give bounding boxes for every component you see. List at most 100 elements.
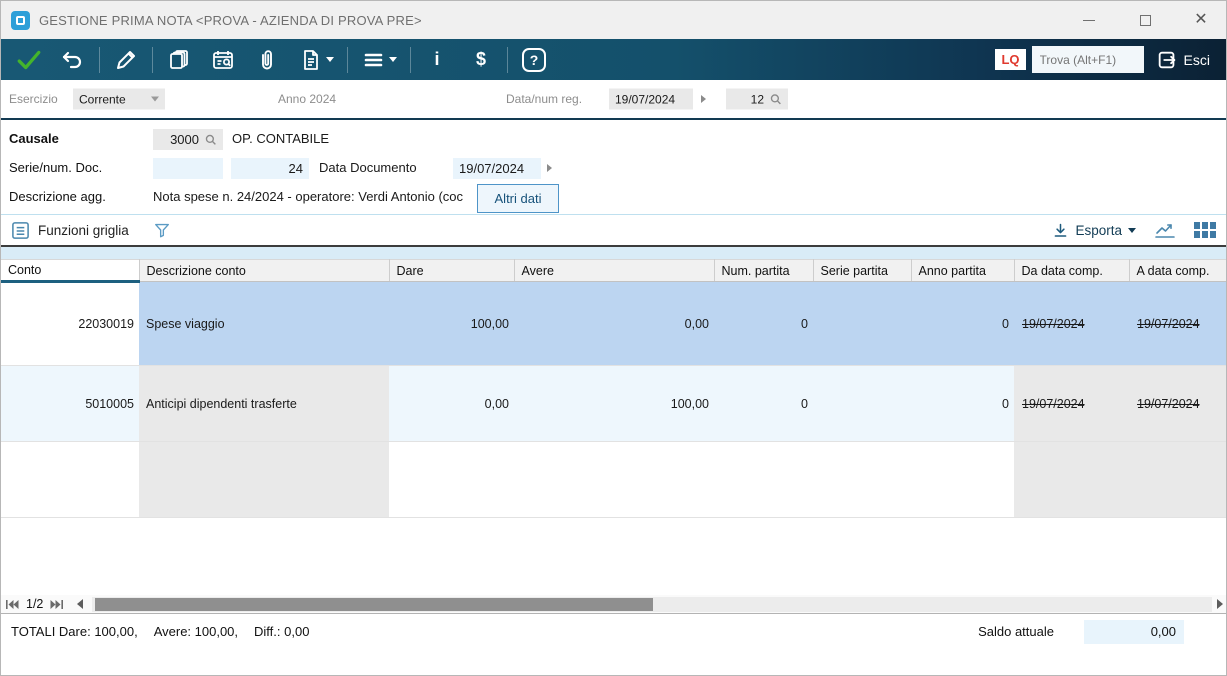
edit-button[interactable] xyxy=(104,42,148,78)
find-input[interactable] xyxy=(1032,46,1144,73)
cell-avere[interactable]: 0,00 xyxy=(514,282,714,366)
cell-da-data-comp[interactable]: 19/07/2024 xyxy=(1014,282,1129,366)
cell-conto[interactable]: 5010005 xyxy=(1,366,139,442)
info-button[interactable]: i xyxy=(415,42,459,78)
help-button[interactable]: ? xyxy=(512,42,556,78)
date-picker-arrow-icon[interactable] xyxy=(547,164,552,172)
causale-code-field[interactable]: 3000 xyxy=(153,129,223,150)
cell-conto[interactable] xyxy=(1,442,139,518)
cell-descrizione[interactable]: Anticipi dipendenti trasferte xyxy=(139,366,389,442)
cell-da-data-comp[interactable] xyxy=(1014,442,1129,518)
pencil-icon xyxy=(114,48,138,72)
scroll-left-button[interactable] xyxy=(74,599,86,609)
cell-anno-partita[interactable] xyxy=(911,442,1014,518)
saldo-attuale-label: Saldo attuale xyxy=(978,624,1054,639)
funzioni-griglia-button[interactable]: Funzioni griglia xyxy=(11,221,129,240)
table-row[interactable] xyxy=(1,442,1227,518)
paperclip-icon xyxy=(255,48,279,72)
cell-avere[interactable]: 100,00 xyxy=(514,366,714,442)
info-icon: i xyxy=(434,49,439,70)
first-page-button[interactable] xyxy=(5,599,19,610)
cell-serie-partita[interactable] xyxy=(813,366,911,442)
funzioni-griglia-label: Funzioni griglia xyxy=(38,223,129,238)
altri-dati-button[interactable]: Altri dati xyxy=(477,184,559,213)
date-picker-arrow-icon[interactable] xyxy=(701,95,706,103)
app-window: GESTIONE PRIMA NOTA <PROVA - AZIENDA DI … xyxy=(0,0,1227,676)
data-documento-value: 19/07/2024 xyxy=(459,161,524,176)
esercizio-value: Corrente xyxy=(79,92,126,106)
main-toolbar: i $ ? LQ Esci xyxy=(1,39,1226,80)
cell-avere[interactable] xyxy=(514,442,714,518)
grid-functions-icon xyxy=(11,221,30,240)
download-icon xyxy=(1052,222,1069,239)
esercizio-select[interactable]: Corrente xyxy=(73,89,165,110)
chevron-down-icon xyxy=(1128,228,1136,233)
exit-label: Esci xyxy=(1184,52,1210,68)
calendar-search-button[interactable] xyxy=(201,42,245,78)
cell-a-data-comp[interactable] xyxy=(1129,442,1227,518)
cell-a-data-comp[interactable]: 19/07/2024 xyxy=(1129,366,1227,442)
currency-button[interactable]: $ xyxy=(459,42,503,78)
cell-num-partita[interactable] xyxy=(714,442,813,518)
column-header-descrizione[interactable]: Descrizione conto xyxy=(139,260,389,282)
cell-num-partita[interactable]: 0 xyxy=(714,366,813,442)
saldo-attuale-value: 0,00 xyxy=(1084,620,1184,644)
data-documento-field[interactable]: 19/07/2024 xyxy=(453,158,541,179)
column-header-a-data-comp[interactable]: A data comp. xyxy=(1129,260,1227,282)
cell-descrizione[interactable] xyxy=(139,442,389,518)
grid-top-strip xyxy=(1,247,1226,259)
column-header-avere[interactable]: Avere xyxy=(514,260,714,282)
column-header-anno-partita[interactable]: Anno partita xyxy=(911,260,1014,282)
document-menu-button[interactable] xyxy=(289,42,343,78)
scrollbar-thumb[interactable] xyxy=(95,598,653,611)
filter-button[interactable] xyxy=(153,221,171,239)
data-reg-field[interactable]: 19/07/2024 xyxy=(609,89,693,110)
table-row[interactable]: 22030019 Spese viaggio 100,00 0,00 0 0 1… xyxy=(1,282,1227,366)
chevron-down-icon xyxy=(151,97,159,102)
close-button[interactable]: ✕ xyxy=(1194,13,1208,27)
cell-dare[interactable] xyxy=(389,442,514,518)
attachments-button[interactable] xyxy=(245,42,289,78)
cell-serie-partita[interactable] xyxy=(813,442,911,518)
serie-doc-field[interactable] xyxy=(153,158,223,179)
minimize-button[interactable] xyxy=(1082,13,1096,27)
horizontal-scrollbar[interactable] xyxy=(92,597,1212,612)
cell-conto[interactable]: 22030019 xyxy=(1,282,139,366)
last-page-button[interactable] xyxy=(50,599,64,610)
num-reg-field[interactable]: 12 xyxy=(726,89,788,110)
document-form: Causale 3000 OP. CONTABILE Serie/num. Do… xyxy=(1,118,1226,214)
data-documento-label: Data Documento xyxy=(319,160,417,175)
cell-anno-partita[interactable]: 0 xyxy=(911,282,1014,366)
cell-anno-partita[interactable]: 0 xyxy=(911,366,1014,442)
exit-button[interactable]: Esci xyxy=(1150,49,1216,71)
column-header-dare[interactable]: Dare xyxy=(389,260,514,282)
descrizione-agg-field[interactable]: Nota spese n. 24/2024 - operatore: Verdi… xyxy=(153,189,471,204)
num-doc-field[interactable]: 24 xyxy=(231,158,309,179)
maximize-button[interactable] xyxy=(1138,13,1152,27)
copy-button[interactable] xyxy=(157,42,201,78)
cell-dare[interactable]: 100,00 xyxy=(389,282,514,366)
column-header-num-partita[interactable]: Num. partita xyxy=(714,260,813,282)
grid-toolbar: Funzioni griglia Esporta xyxy=(1,214,1226,247)
cell-a-data-comp[interactable]: 19/07/2024 xyxy=(1129,282,1227,366)
scroll-right-button[interactable] xyxy=(1214,599,1226,609)
confirm-button[interactable] xyxy=(7,42,51,78)
menu-button[interactable] xyxy=(352,42,406,78)
cell-da-data-comp[interactable]: 19/07/2024 xyxy=(1014,366,1129,442)
cell-serie-partita[interactable] xyxy=(813,282,911,366)
undo-button[interactable] xyxy=(51,42,95,78)
column-header-da-data-comp[interactable]: Da data comp. xyxy=(1014,260,1129,282)
chart-button[interactable] xyxy=(1154,220,1176,240)
prima-nota-grid: Conto Descrizione conto Dare Avere Num. … xyxy=(1,259,1227,518)
esporta-button[interactable]: Esporta xyxy=(1052,222,1136,239)
column-header-conto[interactable]: Conto xyxy=(1,260,139,282)
totali-avere: Avere: 100,00, xyxy=(154,624,238,639)
grid-header-row: Conto Descrizione conto Dare Avere Num. … xyxy=(1,260,1227,282)
column-header-serie-partita[interactable]: Serie partita xyxy=(813,260,911,282)
cell-descrizione[interactable]: Spese viaggio xyxy=(139,282,389,366)
cell-dare[interactable]: 0,00 xyxy=(389,366,514,442)
data-reg-value: 19/07/2024 xyxy=(615,92,675,106)
cell-num-partita[interactable]: 0 xyxy=(714,282,813,366)
table-row[interactable]: 5010005 Anticipi dipendenti trasferte 0,… xyxy=(1,366,1227,442)
layout-button[interactable] xyxy=(1194,222,1216,238)
